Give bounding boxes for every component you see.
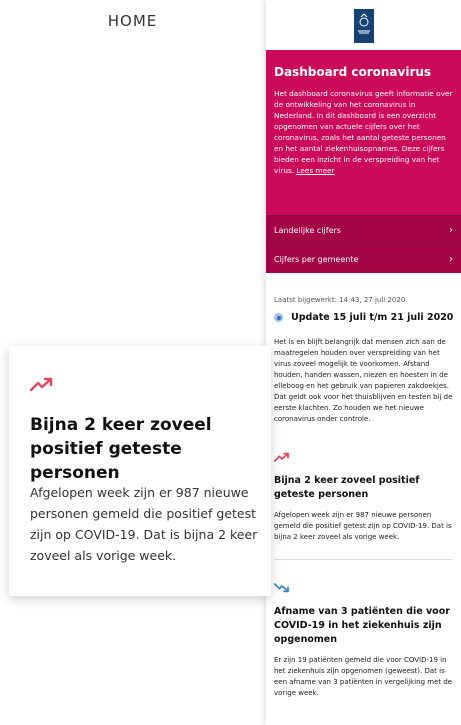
chevron-right-icon: › [449,253,453,265]
card-hospital-admissions[interactable]: Afname van 3 patiënten die voor COVID-19… [273,578,453,699]
trend-up-icon [273,447,290,466]
zoomed-card: Bijna 2 keer zoveel positief geteste per… [9,346,271,596]
card-text: Afgelopen week zijn er 987 nieuwe person… [274,511,452,541]
hero-title: Dashboard coronavirus [274,65,432,79]
nav-label: Cijfers per gemeente [274,254,359,264]
card-text: Afgelopen week zijn er 987 nieuwe person… [30,485,258,563]
divider [274,559,453,560]
home-label: HOME [107,12,158,30]
card-positive-tests[interactable]: Bijna 2 keer zoveel positief geteste per… [273,447,453,543]
update-heading: Update 15 juli t/m 21 juli 2020 [274,312,461,323]
trend-up-icon [29,376,54,395]
nav-label: Landelijke cijfers [274,225,341,235]
update-text: Het is en blijft belangrijk dat mensen z… [274,338,453,423]
nav-landelijke-cijfers[interactable]: Landelijke cijfers › [266,215,461,244]
top-bar [266,0,461,50]
phone-screen: Dashboard coronavirus Het dashboard coro… [266,0,461,725]
status-dot-icon [274,313,283,322]
rijksoverheid-crest-icon [354,9,374,43]
trend-down-icon [273,578,290,597]
hero-text: Het dashboard coronavirus geeft informat… [274,89,453,175]
last-updated: Laatst bijgewerkt: 14:43, 27 juli 2020 [274,296,406,304]
card-title: Bijna 2 keer zoveel positief geteste per… [274,475,420,500]
read-more-link[interactable]: Lees meer [296,166,334,175]
nav-cijfers-per-gemeente[interactable]: Cijfers per gemeente › [266,244,461,273]
chevron-right-icon: › [449,224,453,236]
card-title: Bijna 2 keer zoveel positief geteste per… [30,415,212,483]
card-title: Afname van 3 patiënten die voor COVID-19… [274,606,450,645]
dashboard-hero: Dashboard coronavirus Het dashboard coro… [266,50,461,215]
card-text: Er zijn 19 patiënten gemeld die voor COV… [274,656,453,697]
